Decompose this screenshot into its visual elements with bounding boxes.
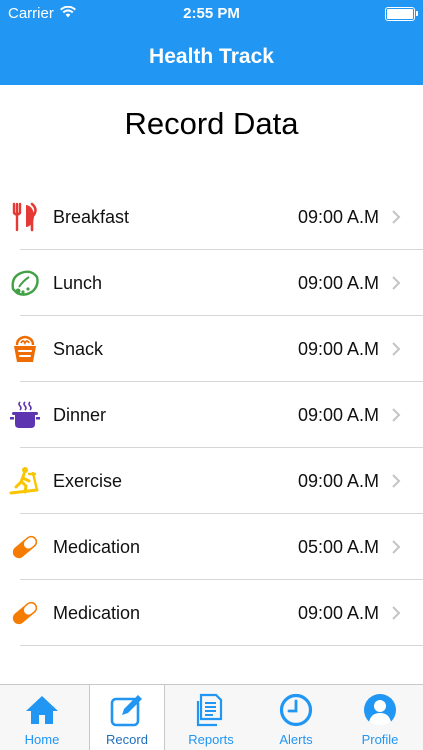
clock-icon: [278, 692, 314, 728]
pill-icon: [8, 596, 42, 630]
record-time: 05:00 A.M: [297, 536, 379, 557]
treadmill-icon: [8, 464, 42, 498]
status-bar: Carrier 2:55 PM: [0, 0, 423, 28]
snack-icon: [8, 332, 42, 366]
fork-knife-icon: [8, 200, 42, 234]
record-label: Breakfast: [53, 206, 130, 227]
record-row-dinner[interactable]: Dinner 09:00 A.M: [0, 382, 423, 448]
tab-reports[interactable]: Reports: [173, 685, 249, 750]
record-row-lunch[interactable]: Lunch 09:00 A.M: [0, 250, 423, 316]
page-title: Record Data: [124, 106, 299, 141]
record-time: 09:00 A.M: [297, 338, 379, 359]
record-label: Dinner: [53, 404, 107, 425]
record-time: 09:00 A.M: [297, 272, 379, 293]
record-label: Medication: [53, 602, 141, 623]
record-time: 09:00 A.M: [297, 404, 379, 425]
record-time: 09:00 A.M: [297, 206, 379, 227]
record-row-snack[interactable]: Snack 09:00 A.M: [0, 316, 423, 382]
lunch-icon: [8, 266, 42, 300]
record-row-exercise[interactable]: Exercise 09:00 A.M: [0, 448, 423, 514]
profile-icon: [362, 692, 398, 728]
chevron-right-icon: [389, 405, 403, 425]
edit-icon: [109, 692, 145, 728]
reports-icon: [193, 692, 229, 728]
pill-icon: [8, 530, 42, 564]
status-time: 2:55 PM: [183, 5, 240, 22]
pot-icon: [8, 398, 42, 432]
row-divider: [20, 645, 423, 646]
record-time: 09:00 A.M: [297, 602, 379, 623]
record-row-medication[interactable]: Medication 05:00 A.M: [0, 514, 423, 580]
tab-label: Record: [106, 732, 148, 747]
chevron-right-icon: [389, 537, 403, 557]
battery-icon: [385, 7, 418, 21]
tab-home[interactable]: Home: [4, 685, 80, 750]
tab-bar: Home Record Reports Alerts Profile: [0, 684, 423, 750]
home-icon: [24, 692, 60, 728]
chevron-right-icon: [389, 207, 403, 227]
chevron-right-icon: [389, 339, 403, 359]
record-time: 09:00 A.M: [297, 470, 379, 491]
chevron-right-icon: [389, 273, 403, 293]
chevron-right-icon: [389, 471, 403, 491]
record-label: Exercise: [53, 470, 123, 491]
tab-label: Alerts: [279, 732, 313, 747]
chevron-right-icon: [389, 603, 403, 623]
tab-profile[interactable]: Profile: [342, 685, 418, 750]
tab-label: Reports: [188, 732, 234, 747]
record-row-medication[interactable]: Medication 09:00 A.M: [0, 580, 423, 646]
nav-bar: Health Track: [0, 28, 423, 85]
tab-label: Profile: [361, 732, 399, 747]
tab-label: Home: [24, 732, 60, 747]
nav-title: Health Track: [149, 44, 274, 68]
record-row-breakfast[interactable]: Breakfast 09:00 A.M: [0, 184, 423, 250]
record-label: Snack: [53, 338, 104, 359]
record-label: Lunch: [53, 272, 103, 293]
record-label: Medication: [53, 536, 141, 557]
record-list: Breakfast 09:00 A.M Lunch 09:00 A.M Snac…: [0, 184, 423, 646]
tab-record[interactable]: Record: [89, 685, 165, 750]
tab-alerts[interactable]: Alerts: [258, 685, 334, 750]
